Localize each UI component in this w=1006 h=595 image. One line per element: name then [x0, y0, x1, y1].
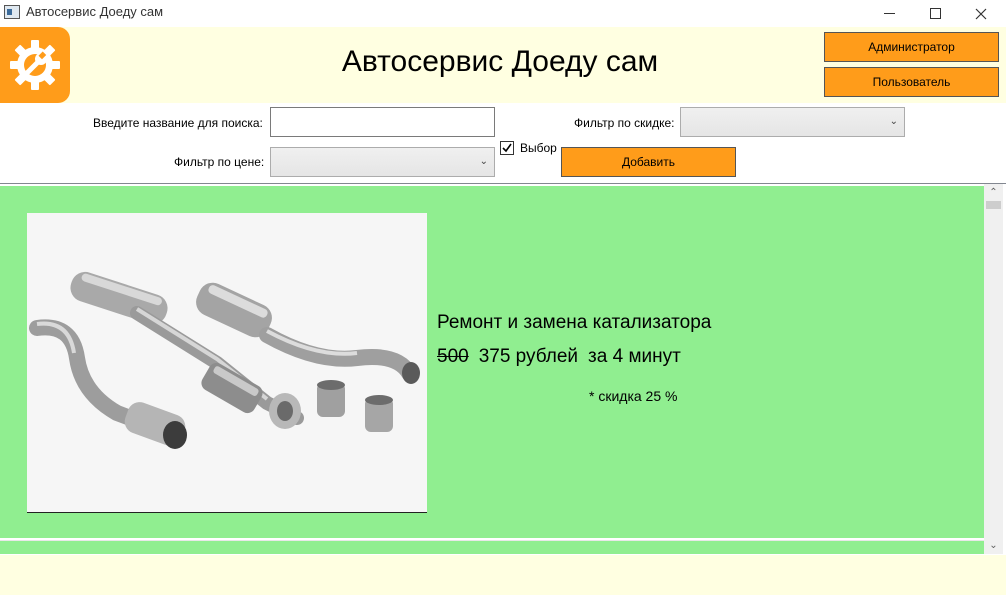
close-icon [975, 8, 987, 19]
logo [0, 27, 70, 103]
minimize-icon [883, 13, 895, 14]
checkmark-icon [502, 143, 512, 153]
minimize-button[interactable] [866, 0, 912, 27]
list-item[interactable]: Ремонт и замена катализатора 500 375 рубл… [0, 186, 984, 538]
app-header: Автосервис Доеду сам Администратор Польз… [0, 27, 1006, 103]
service-image [27, 213, 427, 513]
search-input[interactable] [270, 107, 495, 137]
user-button[interactable]: Пользователь [824, 67, 999, 97]
search-label: Введите название для поиска: [93, 116, 263, 130]
discount-note: * скидка 25 % [589, 388, 678, 404]
service-price: 500 375 рублей за 4 минут [437, 346, 681, 368]
footer-bar [0, 555, 1006, 595]
gear-wrench-icon [10, 40, 60, 90]
scroll-down-icon[interactable]: ⌄ [984, 537, 1003, 554]
discount-filter-label: Фильтр по скидке: [574, 116, 675, 130]
vertical-scrollbar[interactable]: ⌃ ⌄ [984, 184, 1003, 554]
add-button[interactable]: Добавить [561, 147, 736, 177]
maximize-icon [929, 8, 941, 19]
scroll-thumb[interactable] [986, 201, 1001, 209]
filter-bar: Введите название для поиска: Фильтр по с… [0, 103, 1006, 183]
price-filter-label: Фильтр по цене: [174, 155, 265, 169]
app-window: Автосервис Доеду сам Автосервис Доеду са… [0, 0, 1006, 595]
old-price: 500 [437, 346, 469, 367]
service-list[interactable]: Ремонт и замена катализатора 500 375 рубл… [0, 183, 1006, 555]
maximize-button[interactable] [912, 0, 958, 27]
service-duration: за 4 минут [588, 346, 681, 367]
app-window-icon [4, 5, 20, 19]
admin-button[interactable]: Администратор [824, 32, 999, 62]
title-bar: Автосервис Доеду сам [0, 0, 1006, 27]
exhaust-system-photo [27, 213, 427, 512]
new-price: 375 рублей [478, 346, 579, 367]
discount-filter-select[interactable]: ⌄ [680, 107, 905, 137]
list-item-next[interactable] [0, 540, 984, 554]
select-checkbox-label: Выбор [520, 141, 557, 155]
chevron-down-icon: ⌄ [889, 116, 898, 127]
page-title: Автосервис Доеду сам [341, 45, 659, 78]
close-button[interactable] [958, 0, 1004, 27]
price-filter-select[interactable]: ⌄ [270, 147, 495, 177]
chevron-down-icon: ⌄ [479, 156, 488, 167]
scroll-up-icon[interactable]: ⌃ [984, 184, 1003, 201]
window-title: Автосервис Доеду сам [26, 4, 164, 19]
service-title: Ремонт и замена катализатора [437, 312, 712, 333]
select-checkbox[interactable] [500, 141, 514, 155]
